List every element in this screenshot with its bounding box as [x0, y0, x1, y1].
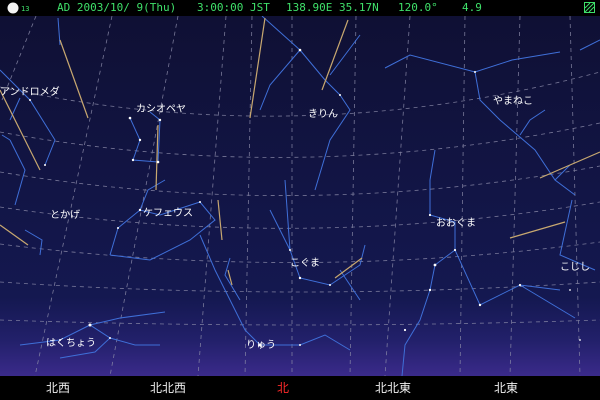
- grid-toggle-icon[interactable]: [584, 2, 595, 13]
- label-cepheus: ケフェウス: [143, 207, 193, 219]
- limiting-magnitude-readout[interactable]: 4.9: [462, 1, 482, 14]
- direction-north[interactable]: 北: [277, 379, 289, 396]
- label-andromeda: アンドロメダ: [0, 85, 60, 98]
- status-bar: 13 AD 2003/10/ 9(Thu) 3:00:00 JST 138.90…: [0, 0, 600, 16]
- time-readout[interactable]: 3:00:00 JST: [197, 1, 270, 14]
- label-leo-minor: こじし: [560, 261, 590, 273]
- label-ursa-major: おおぐま: [436, 217, 476, 229]
- label-cassiopeia: カシオペヤ: [136, 103, 186, 115]
- label-cygnus: はくちょう: [46, 337, 96, 349]
- label-ursa-minor: こぐま: [290, 257, 320, 269]
- label-camelopardalis: きりん: [308, 108, 338, 120]
- direction-northeast[interactable]: 北東: [494, 379, 518, 396]
- direction-northwest[interactable]: 北西: [46, 379, 70, 396]
- field-of-view-readout[interactable]: 120.0°: [398, 1, 438, 14]
- date-readout[interactable]: AD 2003/10/ 9(Thu): [57, 1, 176, 14]
- sky-background: [0, 16, 600, 376]
- label-lynx: やまねこ: [493, 95, 533, 107]
- sky-map[interactable]: アンドロメダ カシオペヤ きりん やまねこ とかげ ケフェウス おおぐま こぐま…: [0, 16, 600, 376]
- moon-phase-icon: [7, 2, 19, 14]
- direction-north-northwest[interactable]: 北北西: [150, 379, 186, 396]
- moon-age: 13: [21, 5, 30, 13]
- label-draco: りゅう: [246, 339, 276, 351]
- direction-north-northeast[interactable]: 北北東: [375, 379, 411, 396]
- label-lacerta: とかげ: [50, 209, 80, 221]
- location-readout[interactable]: 138.90E 35.17N: [286, 1, 379, 14]
